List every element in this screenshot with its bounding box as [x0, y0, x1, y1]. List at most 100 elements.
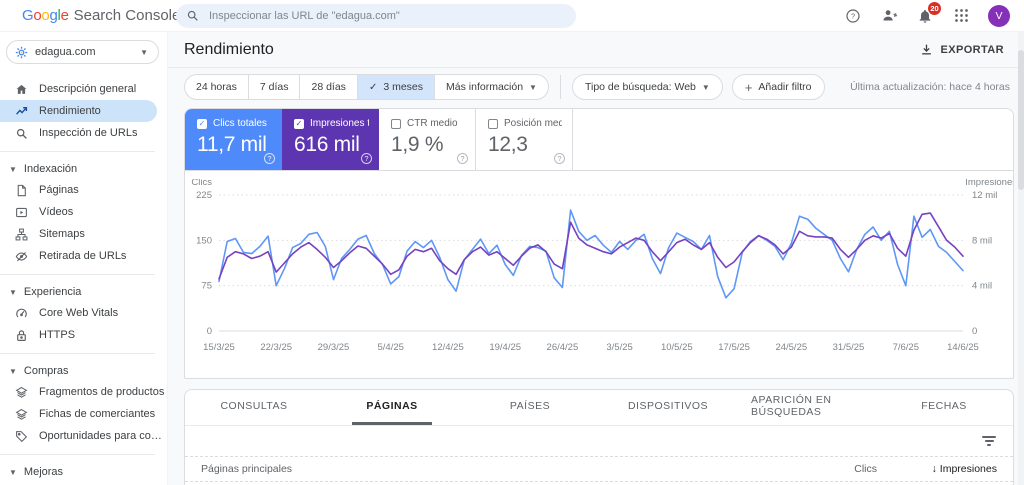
metric-label: CTR medio — [407, 118, 458, 129]
sidebar-item-core-web-vitals[interactable]: Core Web Vitals — [0, 302, 167, 324]
dimension-tabs: CONSULTAS PÁGINAS PAÍSES DISPOSITIVOS APARIC… — [185, 390, 1013, 426]
svg-text:8 mil: 8 mil — [972, 235, 992, 246]
sidebar-item-fragmentos-de-productos[interactable]: Fragmentos de productos — [0, 381, 167, 403]
date-range-3-meses[interactable]: ✓ 3 meses — [357, 75, 436, 99]
tab-consultas[interactable]: CONSULTAS — [185, 390, 323, 425]
metric-label: Posición media — [504, 118, 562, 129]
chevron-down-icon: ▼ — [529, 82, 537, 92]
metric-card-ctr-medio[interactable]: CTR medio 1,9 %? — [379, 109, 476, 170]
svg-text:5/4/25: 5/4/25 — [377, 342, 403, 353]
column-header-impressions[interactable]: ↓ Impresiones — [877, 463, 997, 475]
help-icon[interactable]: ? — [554, 153, 565, 164]
date-range-mas-informacion[interactable]: Más información ▼ — [435, 75, 548, 99]
product-name: Search Console — [73, 7, 181, 24]
date-range-28-dias[interactable]: 28 días — [300, 75, 358, 99]
help-icon[interactable]: ? — [844, 7, 862, 25]
download-icon — [920, 43, 933, 56]
metric-card-impresiones-total[interactable]: ✓ Impresiones total… 616 mil? — [282, 109, 379, 170]
section-collapse-icon: ▼ — [9, 287, 17, 297]
sidebar-item-descripcion-general[interactable]: Descripción general — [0, 78, 167, 100]
date-range-24-horas[interactable]: 24 horas — [185, 75, 249, 99]
property-selector[interactable]: edagua.com ▼ — [6, 40, 159, 64]
notification-badge: 20 — [928, 1, 941, 15]
home-icon — [15, 83, 28, 96]
sitemap-icon — [15, 228, 28, 241]
svg-text:12 mil: 12 mil — [972, 190, 997, 201]
metric-cards-row: ✓ Clics totales 11,7 mil? ✓ Impresiones tota… — [185, 109, 1013, 171]
search-type-chip[interactable]: Tipo de búsqueda: Web ▼ — [571, 74, 723, 100]
svg-text:225: 225 — [196, 190, 212, 201]
tab-paginas[interactable]: PÁGINAS — [323, 390, 461, 425]
performance-card: ✓ Clics totales 11,7 mil? ✓ Impresiones tota… — [184, 108, 1014, 379]
sidebar-divider — [0, 274, 155, 275]
svg-text:29/3/25: 29/3/25 — [318, 342, 350, 353]
app-logo[interactable]: Google Search Console — [22, 7, 180, 24]
help-icon[interactable]: ? — [264, 153, 275, 164]
search-icon — [15, 127, 28, 140]
chevron-down-icon: ▼ — [701, 82, 710, 92]
search-icon — [186, 9, 199, 22]
sort-down-icon: ↓ — [931, 463, 940, 475]
google-apps-grid-icon[interactable] — [952, 7, 970, 25]
url-inspection-input[interactable] — [207, 8, 566, 23]
tab-dispositivos[interactable]: DISPOSITIVOS — [599, 390, 737, 425]
page-title: Rendimiento — [184, 40, 274, 58]
filter-list-icon[interactable] — [981, 434, 997, 448]
sidebar-section-compras[interactable]: ▼ Compras — [0, 361, 167, 381]
scrollbar[interactable] — [1018, 32, 1024, 485]
metric-label: Clics totales — [213, 118, 267, 129]
help-icon[interactable]: ? — [457, 153, 468, 164]
sidebar-section-experiencia[interactable]: ▼ Experiencia — [0, 282, 167, 302]
layers-icon — [15, 386, 28, 399]
svg-text:4 mil: 4 mil — [972, 281, 992, 292]
manage-users-icon[interactable] — [880, 7, 898, 25]
metric-card-clics-totales[interactable]: ✓ Clics totales 11,7 mil? — [185, 109, 282, 170]
sidebar-divider — [0, 353, 155, 354]
sidebar-item-retirada-de-urls[interactable]: Retirada de URLs — [0, 245, 167, 267]
sidebar-section-mejoras[interactable]: ▼ Mejoras — [0, 462, 167, 482]
url-inspection-searchbar[interactable] — [176, 3, 576, 28]
table-toolbar — [185, 426, 1013, 456]
sidebar-item-videos[interactable]: Vídeos — [0, 201, 167, 223]
user-avatar[interactable]: V — [988, 4, 1010, 27]
metric-label: Impresiones total… — [310, 118, 369, 129]
eye-off-icon — [15, 250, 28, 263]
notifications-bell-icon[interactable]: 20 — [916, 1, 941, 25]
sidebar-item-sitemaps[interactable]: Sitemaps — [0, 223, 167, 245]
section-collapse-icon: ▼ — [9, 366, 17, 376]
scrollbar-thumb[interactable] — [1018, 50, 1024, 190]
metric-card-posicion-media[interactable]: Posición media 12,3? — [476, 109, 573, 170]
sidebar-item-inspeccion-de-urls[interactable]: Inspección de URLs — [0, 122, 167, 144]
svg-text:14/6/25: 14/6/25 — [947, 342, 979, 353]
sidebar: edagua.com ▼ Descripción general Rendimie… — [0, 32, 168, 485]
chevron-down-icon: ▼ — [140, 47, 148, 57]
sidebar-item-oportunidades-para-co[interactable]: Oportunidades para co… — [0, 425, 167, 447]
section-collapse-icon: ▼ — [9, 467, 17, 477]
metric-value: 11,7 mil — [197, 133, 267, 156]
tab-fechas[interactable]: FECHAS — [875, 390, 1013, 425]
sidebar-section-indexacion[interactable]: ▼ Indexación — [0, 159, 167, 179]
svg-text:12/4/25: 12/4/25 — [432, 342, 464, 353]
metric-row-filler — [573, 109, 1013, 170]
sidebar-item-fichas-de-comerciantes[interactable]: Fichas de comerciantes — [0, 403, 167, 425]
main-content: Rendimiento EXPORTAR 24 horas 7 días 28 dí… — [168, 32, 1024, 485]
svg-text:7/6/25: 7/6/25 — [893, 342, 919, 353]
tab-aparicion-en-busquedas[interactable]: APARICIÓN EN BÚSQUEDAS — [737, 390, 875, 425]
tab-paises[interactable]: PAÍSES — [461, 390, 599, 425]
export-button[interactable]: EXPORTAR — [914, 39, 1010, 60]
sidebar-item-paginas[interactable]: Páginas — [0, 179, 167, 201]
performance-chart[interactable]: 225 150 75 0 12 mil 8 mil 4 mil 0 Clics Impresion… — [185, 171, 1013, 378]
speed-icon — [15, 307, 28, 320]
sidebar-item-https[interactable]: HTTPS — [0, 324, 167, 346]
column-header-clicks[interactable]: Clics — [787, 463, 877, 475]
layers-icon — [15, 408, 28, 421]
add-filter-chip[interactable]: + Añadir filtro — [731, 74, 825, 100]
help-icon[interactable]: ? — [361, 153, 372, 164]
date-range-7-dias[interactable]: 7 días — [249, 75, 301, 99]
sidebar-item-rendimiento[interactable]: Rendimiento — [0, 100, 157, 122]
property-icon — [15, 46, 28, 59]
svg-text:75: 75 — [201, 281, 212, 292]
svg-text:0: 0 — [972, 326, 977, 337]
dimensions-table-card: CONSULTAS PÁGINAS PAÍSES DISPOSITIVOS APARIC… — [184, 389, 1014, 485]
svg-text:22/3/25: 22/3/25 — [260, 342, 292, 353]
